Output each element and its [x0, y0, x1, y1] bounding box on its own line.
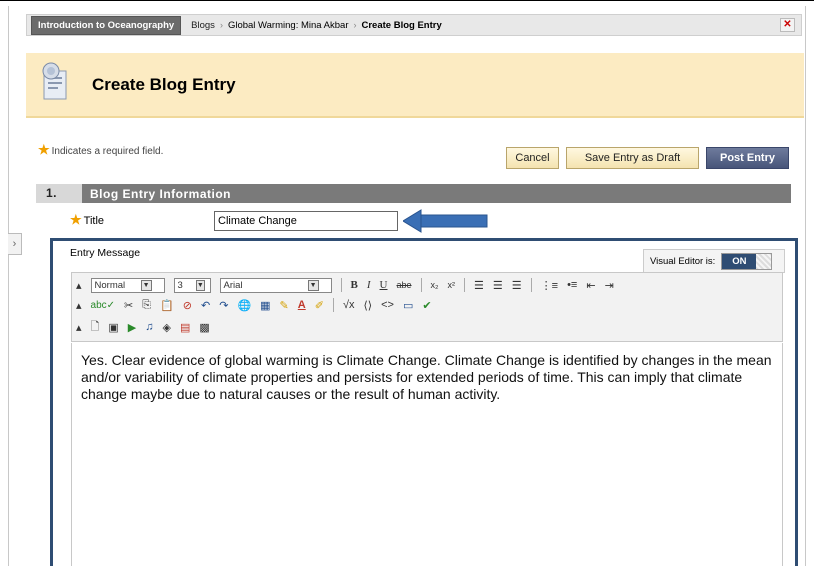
section-label: Blog Entry Information	[90, 186, 231, 201]
insert-flash-icon[interactable]: ◈	[163, 321, 171, 334]
format-select[interactable]: Normal ▼	[90, 277, 165, 293]
insert-pdf-icon[interactable]: ▤	[180, 321, 190, 334]
section-number: 1.	[36, 184, 82, 203]
dropdown-arrow-icon: ▼	[195, 279, 205, 291]
table-icon[interactable]: ▦	[260, 299, 270, 312]
collapse-icon[interactable]: ▴	[76, 321, 82, 334]
font-select[interactable]: Arial ▼	[219, 277, 332, 293]
spellcheck-icon[interactable]: abc✓	[91, 300, 116, 311]
visual-editor-label: Visual Editor is:	[650, 255, 716, 267]
blog-entry-icon	[42, 62, 67, 100]
editor-toolbar: ▴ Normal ▼ 3 ▼ Arial ▼ B I U abe x₂ x² ☰ ☰ …	[71, 272, 783, 342]
required-note-text: Indicates a required field.	[51, 146, 164, 157]
breadcrumb: Introduction to Oceanography Blogs › Glo…	[26, 14, 802, 36]
toolbar-row-3: ▴ 🗋 ▣ ▶ ♫ ◈ ▤ ▩	[76, 318, 219, 336]
math-editor-icon[interactable]: √x	[343, 299, 355, 311]
superscript-icon[interactable]: x²	[448, 280, 456, 290]
dropdown-arrow-icon: ▼	[140, 279, 152, 291]
section-header: 1. Blog Entry Information	[36, 184, 791, 203]
collapse-icon[interactable]: ▴	[76, 299, 82, 312]
visual-editor-toggle[interactable]: ON	[721, 252, 773, 270]
required-note: ★ Indicates a required field.	[38, 142, 163, 158]
highlight-icon[interactable]: ✐	[315, 299, 324, 312]
cut-icon[interactable]: ✂	[124, 299, 133, 312]
save-draft-button[interactable]: Save Entry as Draft	[566, 147, 699, 169]
undo-icon[interactable]: ↶	[201, 299, 210, 312]
page-title: Create Blog Entry	[92, 75, 236, 94]
underline-icon[interactable]: U	[380, 279, 388, 291]
embed-icon[interactable]: ⟨⟩	[363, 299, 372, 312]
insert-image-icon[interactable]: ▣	[108, 321, 118, 334]
frame-left-border	[8, 6, 9, 566]
outdent-icon[interactable]: ⇤	[586, 279, 595, 292]
toolbar-separator	[464, 278, 466, 292]
align-right-icon[interactable]: ☰	[512, 279, 522, 292]
pencil-icon[interactable]: ✎	[280, 299, 289, 312]
indent-icon[interactable]: ⇥	[605, 279, 614, 292]
expand-menu-tab[interactable]: ›	[8, 233, 22, 255]
course-link[interactable]: Introduction to Oceanography	[31, 15, 182, 35]
toggle-on-state: ON	[722, 253, 757, 269]
redo-icon[interactable]: ↷	[219, 299, 228, 312]
size-select[interactable]: 3 ▼	[173, 277, 211, 293]
editor-content-area[interactable]: Yes. Clear evidence of global warming is…	[71, 343, 783, 566]
pin-icon[interactable]: ✕	[780, 18, 795, 32]
paste-icon[interactable]: 📋	[160, 299, 174, 312]
subscript-icon[interactable]: x₂	[431, 280, 439, 290]
mashup-icon[interactable]: ▩	[199, 321, 209, 334]
toolbar-separator	[332, 298, 334, 312]
breadcrumb-current: Create Blog Entry	[361, 19, 442, 31]
size-select-value: 3	[177, 279, 183, 291]
required-star-icon: ★	[70, 212, 82, 227]
title-input[interactable]	[214, 211, 398, 231]
toggle-off-state	[756, 253, 772, 269]
toolbar-separator	[340, 278, 342, 292]
annotation-arrow-icon	[403, 209, 488, 233]
cancel-button[interactable]: Cancel	[506, 147, 559, 169]
unlink-icon[interactable]: ⊘	[183, 299, 192, 312]
toolbar-separator	[420, 278, 422, 292]
bulleted-list-icon[interactable]: •≡	[567, 279, 577, 291]
breadcrumb-item-blogs[interactable]: Blogs	[191, 20, 215, 31]
font-select-value: Arial	[223, 279, 243, 291]
visual-editor-toggle-area: Visual Editor is: ON	[643, 249, 785, 273]
strikethrough-icon[interactable]: abe	[397, 280, 412, 290]
breadcrumb-item-blog[interactable]: Global Warming: Mina Akbar	[228, 20, 349, 31]
format-select-value: Normal	[94, 279, 126, 291]
link-icon[interactable]: 🌐	[237, 299, 251, 312]
italic-icon[interactable]: I	[367, 279, 371, 291]
required-star-icon: ★	[38, 142, 50, 157]
title-label: ★ Title	[70, 212, 104, 228]
page-title-band: Create Blog Entry	[26, 53, 804, 118]
align-left-icon[interactable]: ☰	[474, 279, 484, 292]
breadcrumb-separator-icon: ›	[353, 20, 357, 30]
post-entry-button[interactable]: Post Entry	[706, 147, 789, 169]
copy-icon[interactable]: ⎘	[142, 299, 151, 312]
chevron-right-icon: ›	[12, 238, 17, 250]
insert-media-icon[interactable]: ▶	[128, 321, 136, 334]
html-code-icon[interactable]: <>	[381, 299, 394, 311]
toolbar-row-2: ▴ abc✓ ✂ ⎘ 📋 ⊘ ↶ ↷ 🌐 ▦ ✎ A ✐ √x ⟨⟩ <> ▭ …	[76, 296, 441, 314]
check-icon[interactable]: ✔	[422, 299, 431, 312]
toolbar-row-1: ▴ Normal ▼ 3 ▼ Arial ▼ B I U abe x₂ x² ☰ ☰ …	[76, 276, 623, 294]
toolbar-separator	[530, 278, 532, 292]
align-center-icon[interactable]: ☰	[493, 279, 503, 292]
frame-right-border	[805, 6, 806, 566]
title-label-text: Title	[83, 215, 105, 227]
entry-message-label: Entry Message	[70, 247, 141, 259]
bold-icon[interactable]: B	[351, 279, 358, 291]
collapse-icon[interactable]: ▴	[76, 279, 82, 292]
attach-file-icon[interactable]: 🗋	[91, 318, 100, 337]
dropdown-arrow-icon: ▼	[307, 279, 319, 291]
insert-audio-icon[interactable]: ♫	[145, 321, 153, 333]
fullscreen-icon[interactable]: ▭	[403, 299, 413, 312]
breadcrumb-separator-icon: ›	[219, 20, 223, 30]
numbered-list-icon[interactable]: ⋮≡	[541, 279, 558, 292]
text-color-icon[interactable]: A	[298, 299, 306, 311]
